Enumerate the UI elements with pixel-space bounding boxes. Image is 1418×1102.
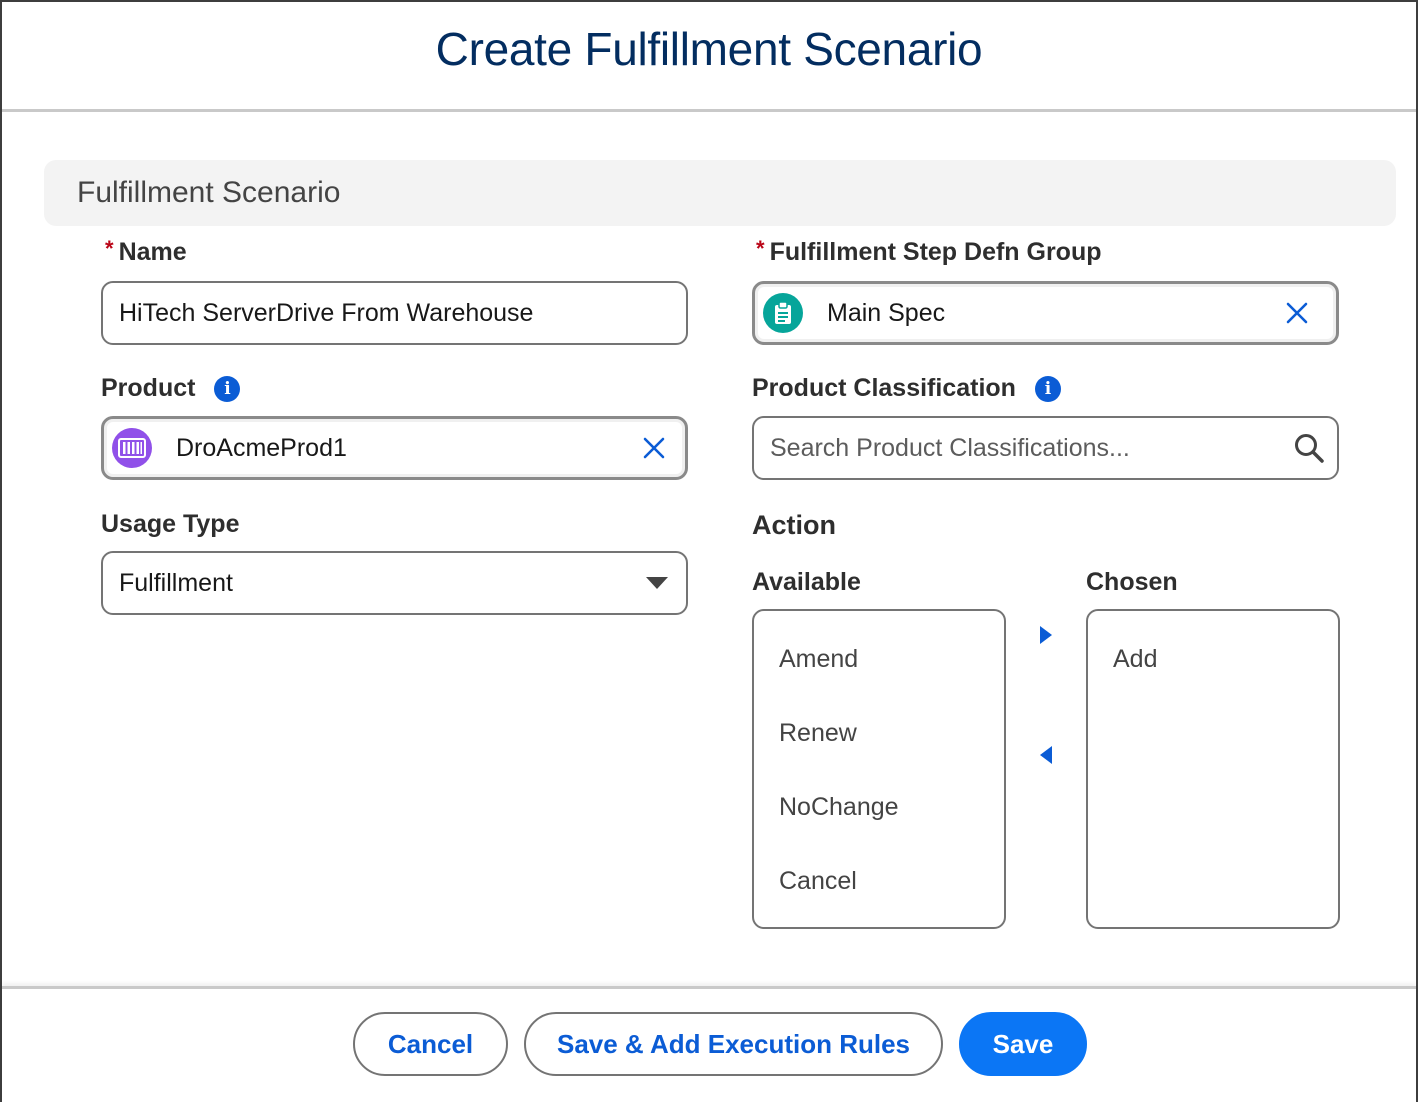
move-left-button[interactable] (1033, 740, 1059, 770)
product-value: DroAcmeProd1 (176, 433, 347, 462)
usage-type-label: Usage Type (101, 510, 240, 538)
list-item[interactable]: Amend (754, 644, 1004, 718)
modal-header: Create Fulfillment Scenario (2, 2, 1416, 112)
list-item[interactable]: Renew (754, 718, 1004, 792)
info-icon[interactable]: i (214, 375, 241, 402)
step-group-label: * Fulfillment Step Defn Group (756, 235, 1102, 267)
search-icon[interactable] (1293, 432, 1325, 464)
chevron-down-icon (646, 577, 668, 589)
clipboard-icon (763, 293, 803, 333)
product-icon (112, 428, 152, 468)
move-right-button[interactable] (1033, 620, 1059, 650)
section-header[interactable]: Fulfillment Scenario (44, 160, 1396, 226)
step-group-value: Main Spec (827, 298, 946, 327)
usage-type-value: Fulfillment (119, 568, 233, 597)
available-listbox[interactable]: Amend Renew NoChange Cancel (752, 609, 1006, 929)
clear-product-icon[interactable] (639, 433, 669, 463)
list-item[interactable]: Add (1088, 644, 1338, 718)
section-title: Fulfillment Scenario (77, 176, 341, 209)
save-button[interactable]: Save (959, 1012, 1087, 1076)
available-label: Available (752, 568, 861, 596)
action-label: Action (752, 510, 836, 540)
caret-right-icon (1040, 626, 1052, 644)
info-icon[interactable]: i (1034, 375, 1061, 402)
usage-type-select[interactable]: Fulfillment (101, 551, 688, 615)
create-fulfillment-scenario-modal: Create Fulfillment Scenario Fulfillment … (0, 0, 1418, 1102)
step-group-lookup[interactable]: Main Spec (752, 281, 1339, 345)
required-marker: * (756, 235, 765, 261)
clear-step-group-icon[interactable] (1282, 298, 1312, 328)
product-classification-label: Product Classification i (752, 374, 1061, 403)
chosen-label: Chosen (1086, 568, 1178, 596)
caret-left-icon (1040, 746, 1052, 764)
name-input[interactable] (119, 298, 670, 328)
name-label: * Name (105, 235, 187, 267)
product-classification-input[interactable] (770, 433, 1285, 463)
save-and-add-execution-rules-button[interactable]: Save & Add Execution Rules (524, 1012, 943, 1076)
chosen-listbox[interactable]: Add (1086, 609, 1340, 929)
name-field[interactable] (101, 281, 688, 345)
list-item[interactable]: NoChange (754, 792, 1004, 866)
product-classification-search[interactable] (752, 416, 1339, 480)
modal-title: Create Fulfillment Scenario (435, 22, 983, 75)
cancel-button[interactable]: Cancel (353, 1012, 508, 1076)
product-label: Product i (101, 374, 241, 403)
required-marker: * (105, 235, 114, 261)
list-item[interactable]: Cancel (754, 866, 1004, 940)
product-lookup[interactable]: DroAcmeProd1 (101, 416, 688, 480)
